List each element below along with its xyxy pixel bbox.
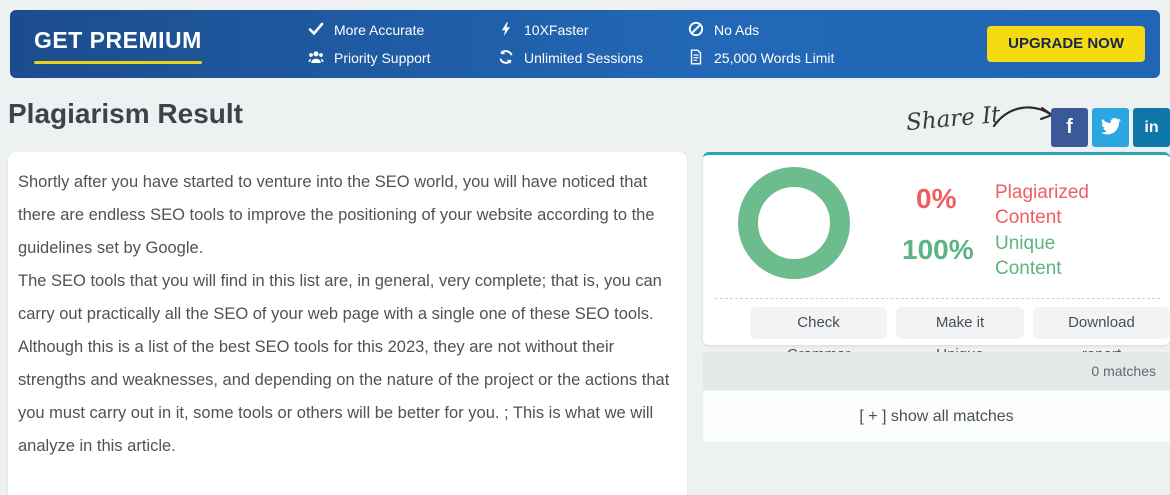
feature-label: More Accurate	[334, 22, 425, 38]
bolt-icon	[498, 21, 514, 40]
checked-text-panel: Shortly after you have started to ventur…	[8, 152, 687, 495]
check-icon	[308, 21, 324, 40]
share-arrow-icon	[992, 106, 1054, 128]
feature-label: 10XFaster	[524, 22, 589, 38]
unique-percentage: 100%	[902, 234, 974, 265]
unique-label: Unique Content	[995, 233, 1062, 279]
upgrade-now-button[interactable]: UPGRADE NOW	[987, 26, 1145, 62]
refresh-icon	[498, 49, 514, 68]
feature-column-1: More Accurate Priority Support	[308, 10, 430, 78]
no-ads-icon	[688, 21, 704, 40]
make-it-unique-button[interactable]: Make it Unique	[896, 307, 1024, 363]
facebook-share-button[interactable]: f	[1051, 108, 1088, 147]
users-icon	[308, 49, 324, 68]
share-buttons: f in	[1051, 108, 1170, 147]
plagiarism-result-card: 0% Plagiarized Content 100% Unique Conte…	[703, 152, 1170, 363]
unique-content-donut-chart	[738, 167, 850, 279]
download-report-button[interactable]: Download report	[1032, 307, 1170, 363]
yellow-underline	[34, 61, 202, 64]
paragraph: Shortly after you have started to ventur…	[18, 173, 655, 257]
twitter-icon	[1100, 117, 1121, 138]
get-premium-label: GET PREMIUM	[34, 27, 202, 53]
result-actions: Check Grammar Make it Unique Download re…	[750, 307, 1170, 363]
document-icon	[688, 49, 704, 68]
share-it-label: Share It	[905, 101, 1002, 137]
feature-label: 25,000 Words Limit	[714, 50, 835, 66]
premium-banner: GET PREMIUM More Accurate Priority Suppo…	[10, 10, 1160, 78]
plagiarized-percentage: 0%	[916, 183, 957, 214]
get-premium-title: GET PREMIUM	[34, 27, 202, 64]
matches-count-bar: 0 matches	[703, 352, 1170, 390]
linkedin-icon: in	[1144, 118, 1159, 136]
linkedin-share-button[interactable]: in	[1133, 108, 1170, 147]
feature-label: Priority Support	[334, 50, 431, 66]
check-grammar-button[interactable]: Check Grammar	[750, 307, 888, 363]
feature-words-limit: 25,000 Words Limit	[688, 49, 834, 68]
facebook-icon: f	[1066, 116, 1073, 138]
feature-no-ads: No Ads	[688, 21, 834, 40]
feature-column-2: 10XFaster Unlimited Sessions	[498, 10, 643, 78]
feature-more-accurate: More Accurate	[308, 21, 430, 40]
feature-label: Unlimited Sessions	[524, 50, 644, 66]
feature-column-3: No Ads 25,000 Words Limit	[688, 10, 834, 78]
page-title: Plagiarism Result	[8, 98, 243, 129]
feature-10x-faster: 10XFaster	[498, 21, 643, 40]
paragraph: The SEO tools that you will find in this…	[18, 272, 670, 455]
twitter-share-button[interactable]	[1092, 108, 1129, 147]
feature-unlimited-sessions: Unlimited Sessions	[498, 49, 643, 68]
feature-priority-support: Priority Support	[308, 49, 430, 68]
plagiarized-label: Plagiarized Content	[995, 182, 1089, 228]
divider	[715, 298, 1160, 299]
show-all-matches-button[interactable]: [ + ] show all matches	[703, 391, 1170, 442]
feature-label: No Ads	[714, 22, 760, 38]
